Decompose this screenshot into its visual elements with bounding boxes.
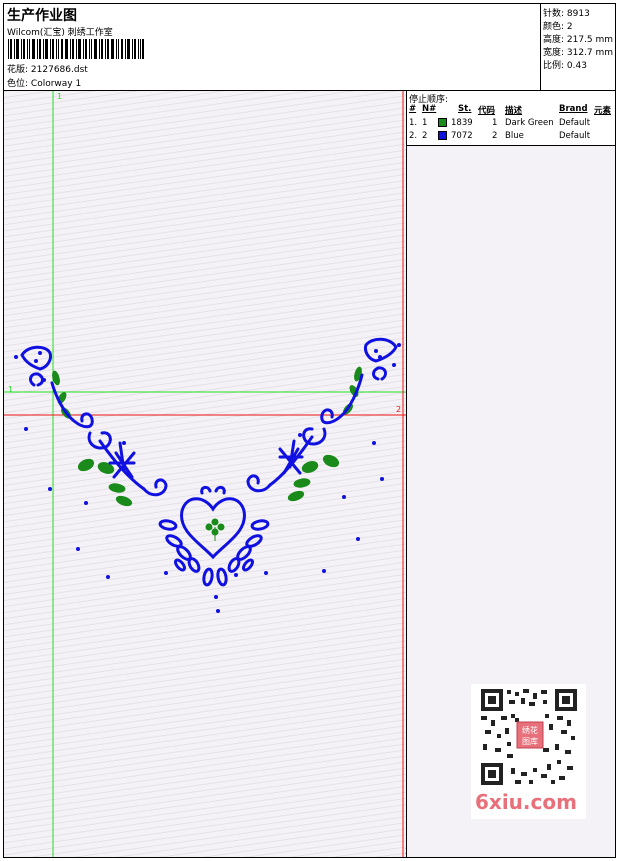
red-horizontal-guide-label: 2 (396, 405, 402, 414)
row-2-brand: Default (559, 131, 591, 141)
row-1-num: 1. (409, 118, 418, 128)
row-2-stitches: 7072 (451, 131, 473, 141)
red-vertical-guide-label: 2 (405, 847, 406, 856)
colorway-line: 色位: Colorway 1 (7, 76, 81, 89)
design-width: 宽度: 312.7 mm (543, 48, 614, 58)
row-1-brand: Default (559, 118, 591, 128)
color-count: 颜色: 2 (543, 22, 573, 32)
design-file-line: 花版: 2127686.dst (7, 62, 88, 75)
colorway-value: Colorway 1 (30, 79, 82, 89)
green-vertical-guide-label: 1 (57, 92, 63, 101)
design-height: 高度: 217.5 mm (543, 35, 614, 45)
embroidery-drawing (4, 91, 406, 857)
qr-code-image: 绣花 图库 (479, 687, 579, 787)
production-sheet: 生产作业图 Wilcom(汇宝) 刺绣工作室 花版: 2127686.dst 色… (3, 3, 616, 858)
design-label: 花版: (7, 65, 29, 75)
barcode-image (8, 39, 144, 59)
design-scale: 比例: 0.43 (543, 61, 587, 71)
sheet-title: 生产作业图 (7, 8, 77, 24)
design-value: 2127686.dst (30, 65, 88, 75)
col-element: 元素 (594, 106, 612, 116)
studio-name: Wilcom(汇宝) 刺绣工作室 (7, 28, 113, 38)
col-hash: # (409, 104, 417, 114)
row-2-code: 2 (492, 131, 498, 141)
row-1-color-swatch (438, 118, 447, 127)
header-info: 生产作业图 Wilcom(汇宝) 刺绣工作室 花版: 2127686.dst 色… (4, 4, 541, 90)
row-1-description: Dark Green (505, 118, 554, 128)
blue-dots (14, 343, 401, 613)
colorway-label: 色位: (7, 79, 29, 89)
svg-text:绣花: 绣花 (522, 725, 538, 735)
row-1-needle: 1 (422, 118, 428, 128)
col-stitches: St. (458, 104, 472, 114)
row-2-num: 2. (409, 131, 418, 141)
col-needle: N# (422, 104, 437, 114)
green-leaves (52, 366, 362, 541)
stitch-count: 针数: 8913 (543, 9, 590, 19)
col-code: 代码 (478, 106, 496, 116)
stats-panel: 针数: 8913 颜色: 2 高度: 217.5 mm 宽度: 312.7 mm… (541, 4, 615, 90)
watermark-text: 6xiu.com (475, 790, 577, 814)
svg-text:图库: 图库 (522, 736, 538, 746)
green-horizontal-guide-label: 1 (8, 385, 14, 394)
row-2-color-swatch (438, 131, 447, 140)
row-1-code: 1 (492, 118, 498, 128)
col-brand: Brand (559, 104, 588, 114)
design-preview: 1 1 2 2 (4, 91, 407, 857)
col-description: 描述 (505, 106, 523, 116)
row-1-stitches: 1839 (451, 118, 473, 128)
watermark-qr: 绣花 图库 6xiu.com (471, 684, 586, 819)
row-2-description: Blue (505, 131, 524, 141)
sheet-header: 生产作业图 Wilcom(汇宝) 刺绣工作室 花版: 2127686.dst 色… (4, 4, 615, 91)
row-2-needle: 2 (422, 131, 428, 141)
stop-sequence-panel: 停止顺序: # N# St. 代码 描述 Brand 元素 1. 1 1839 … (407, 91, 615, 146)
